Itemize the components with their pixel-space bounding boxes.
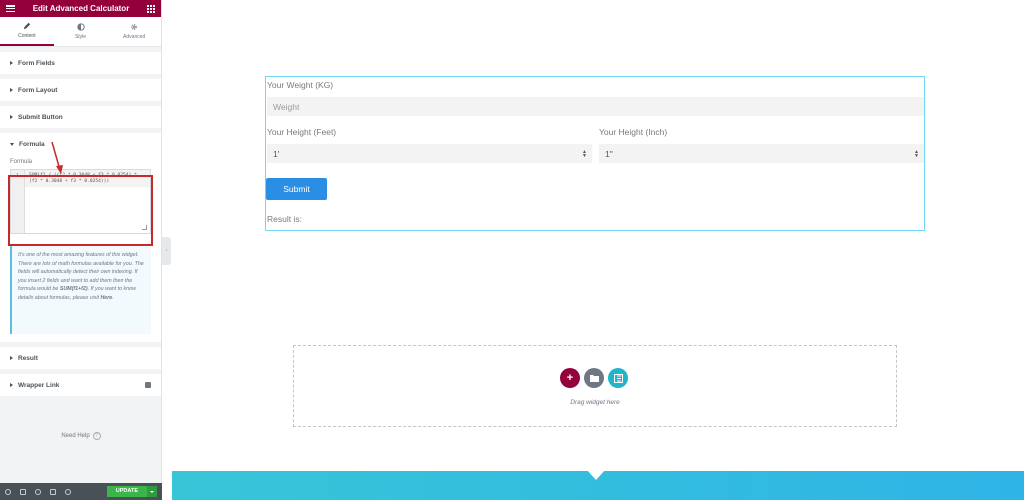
section-result[interactable]: Result <box>0 347 161 369</box>
need-help-label: Need Help <box>61 433 90 439</box>
update-button-group: UPDATE <box>106 486 157 497</box>
footer-notch <box>587 470 605 480</box>
formula-field-label: Formula <box>10 159 33 165</box>
page-footer-band <box>172 470 1024 500</box>
tab-content[interactable]: Content <box>0 17 54 46</box>
annotation-arrow-icon <box>51 141 63 174</box>
widget-drop-zone[interactable]: + Drag widget here <box>293 345 897 427</box>
template-folder-icon[interactable] <box>584 368 604 388</box>
formula-code-editor[interactable]: 1 SUM(f1 / ((f2 * 0.3048 + f3 * 0.0254) … <box>10 169 151 234</box>
info-formula-example: SUM(f1+f2) <box>59 286 88 293</box>
gear-icon <box>131 24 137 30</box>
section-label: Form Layout <box>18 86 58 94</box>
select-arrows-icon: ▲ ▼ <box>582 148 587 159</box>
section-label: Submit Button <box>18 113 63 121</box>
info-here-link[interactable]: Here <box>100 295 112 301</box>
section-submit-button[interactable]: Submit Button <box>0 106 161 128</box>
section-form-fields[interactable]: Form Fields <box>0 52 161 74</box>
caret-right-icon <box>10 356 13 360</box>
editor-panel: Edit Advanced Calculator Content Style A… <box>0 0 162 500</box>
panel-footer: UPDATE <box>0 483 162 500</box>
height-inch-label: Your Height (Inch) <box>599 127 668 137</box>
height-inch-value: 1" <box>605 148 613 159</box>
drop-zone-hint: Drag widget here <box>570 399 620 406</box>
tab-style[interactable]: Style <box>54 17 108 46</box>
formula-code-text[interactable]: SUM(f1 / ((f2 * 0.3048 + f3 * 0.0254) * … <box>25 170 150 187</box>
tab-advanced-label: Advanced <box>123 34 146 40</box>
submit-button[interactable]: Submit <box>266 178 327 200</box>
section-form-layout[interactable]: Form Layout <box>0 79 161 101</box>
half-circle-icon <box>76 23 85 31</box>
height-feet-value: 1' <box>273 148 280 159</box>
folder-icon <box>589 375 599 382</box>
section-formula[interactable]: Formula <box>0 133 161 155</box>
panel-collapse-handle[interactable]: ‹ <box>162 237 171 265</box>
update-options-button[interactable] <box>147 486 157 497</box>
tab-content-label: Content <box>18 33 36 39</box>
section-label: Wrapper Link <box>18 381 60 389</box>
tab-advanced[interactable]: Advanced <box>107 17 161 46</box>
editor-app: Edit Advanced Calculator Content Style A… <box>0 0 1024 500</box>
template-library-icon[interactable] <box>608 368 628 388</box>
caret-down-icon <box>10 142 14 146</box>
select-arrows-icon: ▲ ▼ <box>914 148 919 159</box>
history-icon[interactable] <box>35 488 41 495</box>
panel-header: Edit Advanced Calculator <box>0 0 161 17</box>
widgets-grid-icon[interactable] <box>147 4 155 13</box>
weight-input[interactable]: Weight <box>267 97 924 116</box>
responsive-icon[interactable] <box>50 488 56 495</box>
pencil-icon <box>23 22 31 30</box>
height-feet-label: Your Height (Feet) <box>267 127 337 137</box>
question-icon: ? <box>92 432 101 440</box>
add-section-plus-icon[interactable]: + <box>560 368 580 388</box>
navigator-icon[interactable] <box>20 488 26 495</box>
settings-icon[interactable] <box>5 488 11 495</box>
page-canvas: Your Weight (KG) Weight Your Height (Fee… <box>172 0 1024 500</box>
library-icon <box>613 373 623 383</box>
section-label: Formula <box>19 140 45 148</box>
preview-eye-icon[interactable] <box>65 488 71 495</box>
formula-controls: Formula 1 SUM(f1 / ((f2 * 0.3048 + f3 * … <box>0 155 161 342</box>
caret-right-icon <box>10 383 13 387</box>
pro-badge-icon <box>145 382 151 388</box>
caret-right-icon <box>10 88 13 92</box>
section-label: Form Fields <box>18 59 55 67</box>
panel-title: Edit Advanced Calculator <box>32 4 130 13</box>
section-label: Result <box>18 354 38 362</box>
need-help-link[interactable]: Need Help ? <box>0 432 162 440</box>
update-button[interactable]: UPDATE <box>106 486 147 497</box>
formula-info-text: It's one of the most amazing features of… <box>10 246 151 334</box>
chevron-up-icon <box>150 490 154 493</box>
height-inch-select[interactable]: 1" ▲ ▼ <box>599 144 924 163</box>
height-feet-select[interactable]: 1' ▲ ▼ <box>267 144 592 163</box>
info-text: . <box>112 294 114 301</box>
advanced-calculator-widget[interactable]: Your Weight (KG) Weight Your Height (Fee… <box>265 76 925 231</box>
result-label: Result is: <box>267 214 302 224</box>
section-wrapper-link[interactable]: Wrapper Link <box>0 374 161 396</box>
line-number: 1 <box>11 170 25 233</box>
resize-handle-icon[interactable] <box>142 225 147 230</box>
panel-tabs: Content Style Advanced <box>0 17 161 47</box>
caret-right-icon <box>10 115 13 119</box>
weight-label: Your Weight (KG) <box>267 80 334 90</box>
add-section-buttons: + <box>560 368 628 388</box>
tab-style-label: Style <box>74 34 87 40</box>
menu-icon[interactable] <box>6 5 15 12</box>
caret-right-icon <box>10 61 13 65</box>
